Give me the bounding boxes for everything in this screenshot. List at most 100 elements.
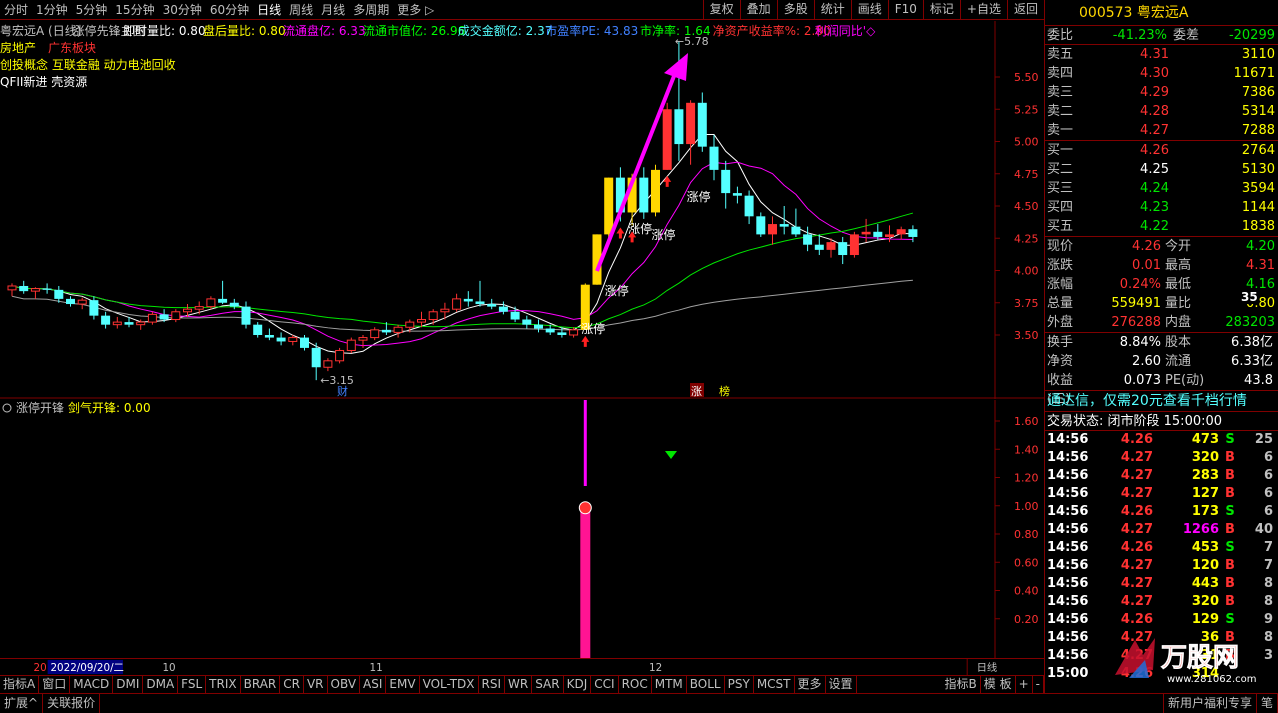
candle bbox=[791, 208, 801, 237]
indicator-tab-9[interactable]: VR bbox=[304, 676, 328, 693]
candle bbox=[814, 234, 824, 256]
tool-button-4[interactable]: 画线 bbox=[850, 0, 888, 20]
watermark-logo-icon: 万股网 www.281062.com bbox=[1115, 638, 1257, 685]
candle-body bbox=[849, 234, 859, 256]
new-user-promo[interactable]: 新用户福利专享 bbox=[1162, 694, 1257, 713]
indicator-tab-21[interactable]: BOLL bbox=[687, 676, 725, 693]
tool-button-6[interactable]: 标记 bbox=[922, 0, 960, 20]
indicator-tabs: 指标A 窗口 MACD DMI DMA FSL TRIX BRAR CR VR OBV ASI EMV V… bbox=[0, 675, 1044, 693]
indicator-tab-13[interactable]: VOL-TDX bbox=[420, 676, 479, 693]
tool-button-1[interactable]: 叠加 bbox=[739, 0, 777, 20]
indicator-tick-label: 1.60 bbox=[1014, 415, 1039, 428]
period-tab-0[interactable]: 分时 bbox=[0, 0, 32, 20]
tick-side: S bbox=[1225, 540, 1235, 555]
candle-body bbox=[452, 298, 462, 310]
ad-banner[interactable]: 通达信，仅需20元查看千档行情 bbox=[1045, 390, 1278, 411]
bid-row: 买二 4.25 5130 bbox=[1045, 160, 1278, 179]
indicator-tab-3[interactable]: DMI bbox=[113, 676, 144, 693]
period-tab-10[interactable]: 更多 ▷ bbox=[393, 0, 438, 20]
tick-side: S bbox=[1225, 432, 1235, 447]
period-tab-1[interactable]: 1分钟 bbox=[32, 0, 72, 20]
candle-body bbox=[569, 329, 579, 336]
indicator-tab-12[interactable]: EMV bbox=[386, 676, 420, 693]
indicator-tab-2[interactable]: MACD bbox=[70, 676, 114, 693]
indicator-tab-15[interactable]: WR bbox=[505, 676, 533, 693]
candle bbox=[171, 309, 181, 323]
tool-button-3[interactable]: 统计 bbox=[813, 0, 851, 20]
quote-label: 涨幅 bbox=[1047, 277, 1074, 292]
quote-row: 外盘 276288 内盘 283203 bbox=[1045, 313, 1278, 332]
tool-button-7[interactable]: +自选 bbox=[959, 0, 1007, 20]
indicator-tab-7[interactable]: BRAR bbox=[241, 676, 281, 693]
event-label-finance[interactable]: 财 bbox=[337, 384, 348, 398]
fund-label-2: 股本 bbox=[1165, 335, 1192, 350]
quote-value-2: 4.20 bbox=[1246, 239, 1275, 254]
indicator-right-tab-0[interactable]: 指标B bbox=[942, 676, 981, 693]
indicator-tab-25[interactable]: 设置 bbox=[826, 676, 857, 693]
indicator-tab-11[interactable]: ASI bbox=[360, 676, 387, 693]
period-tab-5[interactable]: 60分钟 bbox=[206, 0, 253, 20]
bid-label: 买一 bbox=[1047, 143, 1074, 158]
ask-volume: 11671 bbox=[1233, 66, 1275, 81]
period-tab-7[interactable]: 周线 bbox=[285, 0, 317, 20]
indicator-tab-22[interactable]: PSY bbox=[725, 676, 754, 693]
concept-tag[interactable]: 广东板块 bbox=[48, 41, 96, 55]
indicator-tab-20[interactable]: MTM bbox=[652, 676, 687, 693]
limit-up-label: 涨停 bbox=[581, 321, 605, 336]
indicator-tab-10[interactable]: OBV bbox=[328, 676, 361, 693]
bid-label: 买五 bbox=[1047, 219, 1074, 234]
concept-tag[interactable]: 房地产 bbox=[0, 40, 36, 55]
candle-body bbox=[779, 224, 789, 227]
expand-button[interactable]: 扩展^ bbox=[0, 694, 44, 713]
tool-button-8[interactable]: 返回 bbox=[1006, 0, 1044, 20]
related-quotes-button[interactable]: 关联报价 bbox=[43, 694, 101, 713]
indicator-tab-19[interactable]: ROC bbox=[619, 676, 652, 693]
indicator-tab-0[interactable]: 指标A bbox=[0, 676, 40, 693]
note-button[interactable]: 笔 bbox=[1257, 694, 1278, 713]
indicator-tab-8[interactable]: CR bbox=[280, 676, 304, 693]
candle bbox=[487, 298, 497, 310]
indicator-marks bbox=[578, 400, 677, 658]
indicator-tab-17[interactable]: KDJ bbox=[564, 676, 592, 693]
period-tab-4[interactable]: 30分钟 bbox=[159, 0, 206, 20]
indicator-right-tab-2[interactable]: + bbox=[1016, 676, 1033, 693]
period-tab-8[interactable]: 月线 bbox=[317, 0, 349, 20]
month-label-12: 12 bbox=[649, 662, 662, 674]
bid-price: 4.24 bbox=[1140, 181, 1169, 196]
indicator-tick-label: 1.40 bbox=[1014, 443, 1039, 456]
tick-volume: 320 bbox=[1191, 450, 1219, 465]
candle bbox=[77, 297, 87, 310]
indicator-right-tab-3[interactable]: - bbox=[1033, 676, 1044, 693]
indicator-tab-16[interactable]: SAR bbox=[532, 676, 564, 693]
indicator-tab-4[interactable]: DMA bbox=[143, 676, 179, 693]
tick-price: 4.27 bbox=[1120, 558, 1153, 573]
kline-chart[interactable]: 5.505.255.004.754.504.254.003.753.50 ←5.… bbox=[0, 21, 1044, 399]
period-tab-9[interactable]: 多周期 bbox=[349, 0, 393, 20]
tool-button-5[interactable]: F10 bbox=[887, 0, 923, 20]
concept-tag[interactable]: 创投概念 互联金融 动力电池回收 bbox=[0, 57, 176, 72]
indicator-tab-23[interactable]: MCST bbox=[754, 676, 795, 693]
ad-text[interactable]: 通达信，仅需20元查看千档行情 bbox=[1045, 391, 1247, 411]
indicator-tab-18[interactable]: CCI bbox=[591, 676, 619, 693]
tick-time: 14:56 bbox=[1047, 522, 1089, 537]
indicator-right-tab-1[interactable]: 模 板 bbox=[981, 676, 1016, 693]
tool-button-2[interactable]: 多股 bbox=[776, 0, 814, 20]
candle bbox=[849, 231, 859, 258]
period-tab-6[interactable]: 日线 bbox=[253, 0, 285, 20]
indicator-tab-14[interactable]: RSI bbox=[479, 676, 506, 693]
event-label-rank[interactable]: 榜 bbox=[719, 384, 730, 398]
tick-count: 6 bbox=[1263, 450, 1273, 465]
indicator-tab-24[interactable]: 更多 bbox=[795, 676, 826, 693]
quote-value-2: 283203 bbox=[1225, 315, 1275, 330]
indicator-chart[interactable]: 1.60 1.40 1.20 1.00 0.80 0.60 0.40 0.20 涨停开锋 剑气… bbox=[0, 400, 1044, 658]
concept-tag[interactable]: QFII新进 壳资源 bbox=[0, 74, 87, 89]
period-tab-2[interactable]: 5分钟 bbox=[72, 0, 112, 20]
period-tab-3[interactable]: 15分钟 bbox=[111, 0, 158, 20]
ask-label: 卖四 bbox=[1047, 66, 1074, 81]
event-label-limit[interactable]: 涨 bbox=[691, 385, 702, 398]
tool-button-0[interactable]: 复权 bbox=[702, 0, 740, 20]
indicator-tab-6[interactable]: TRIX bbox=[206, 676, 241, 693]
indicator-tab-5[interactable]: FSL bbox=[178, 676, 207, 693]
candle bbox=[300, 335, 309, 351]
indicator-tab-1[interactable]: 窗口 bbox=[39, 676, 71, 693]
